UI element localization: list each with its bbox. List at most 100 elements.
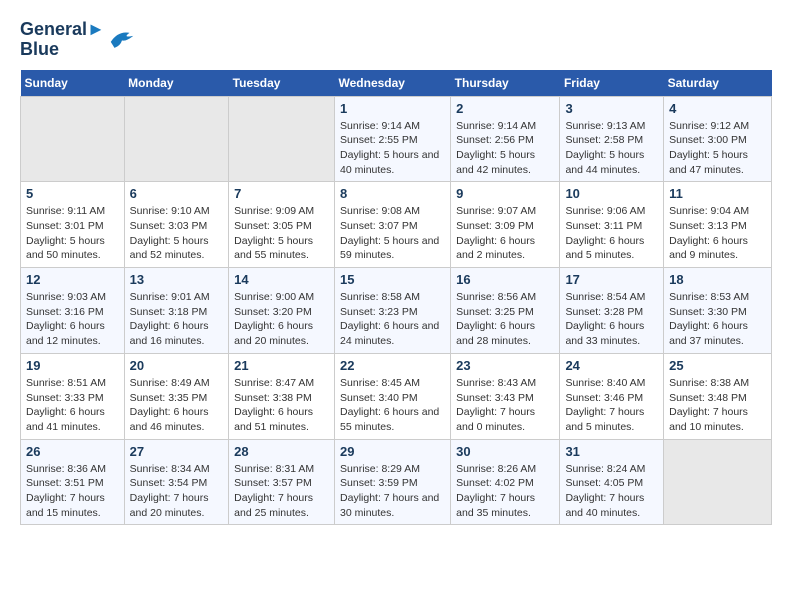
- day-info: Sunrise: 9:06 AMSunset: 3:11 PMDaylight:…: [565, 204, 658, 263]
- day-number: 7: [234, 186, 329, 201]
- weekday-header-sunday: Sunday: [21, 70, 125, 97]
- calendar-cell: 11 Sunrise: 9:04 AMSunset: 3:13 PMDayligh…: [664, 182, 772, 268]
- calendar-cell: 6 Sunrise: 9:10 AMSunset: 3:03 PMDaylight…: [124, 182, 229, 268]
- day-number: 26: [26, 444, 119, 459]
- calendar-cell: 19Sunrise: 8:51 AMSunset: 3:33 PMDayligh…: [21, 353, 125, 439]
- day-number: 9: [456, 186, 554, 201]
- weekday-header-friday: Friday: [560, 70, 664, 97]
- calendar-cell: 13 Sunrise: 9:01 AMSunset: 3:18 PMDayligh…: [124, 268, 229, 354]
- calendar-cell: 26Sunrise: 8:36 AMSunset: 3:51 PMDayligh…: [21, 439, 125, 525]
- calendar-cell: 25 Sunrise: 8:38 AMSunset: 3:48 PMDayligh…: [664, 353, 772, 439]
- day-number: 30: [456, 444, 554, 459]
- logo-text: General►Blue: [20, 20, 105, 60]
- calendar-cell: 24 Sunrise: 8:40 AMSunset: 3:46 PMDayligh…: [560, 353, 664, 439]
- calendar-body: 1 Sunrise: 9:14 AMSunset: 2:55 PMDaylight…: [21, 96, 772, 525]
- calendar-cell: 27 Sunrise: 8:34 AMSunset: 3:54 PMDayligh…: [124, 439, 229, 525]
- calendar-cell: [124, 96, 229, 182]
- day-info: Sunrise: 8:53 AMSunset: 3:30 PMDaylight:…: [669, 290, 766, 349]
- day-info: Sunrise: 8:24 AMSunset: 4:05 PMDaylight:…: [565, 462, 658, 521]
- day-number: 10: [565, 186, 658, 201]
- day-number: 8: [340, 186, 445, 201]
- calendar-cell: 10 Sunrise: 9:06 AMSunset: 3:11 PMDayligh…: [560, 182, 664, 268]
- day-info: Sunrise: 9:00 AMSunset: 3:20 PMDaylight:…: [234, 290, 329, 349]
- calendar-cell: [664, 439, 772, 525]
- week-row-3: 12 Sunrise: 9:03 AMSunset: 3:16 PMDayligh…: [21, 268, 772, 354]
- week-row-2: 5 Sunrise: 9:11 AMSunset: 3:01 PMDaylight…: [21, 182, 772, 268]
- weekday-header-row: SundayMondayTuesdayWednesdayThursdayFrid…: [21, 70, 772, 97]
- day-info: Sunrise: 9:08 AMSunset: 3:07 PMDaylight:…: [340, 204, 445, 263]
- day-info: Sunrise: 8:47 AMSunset: 3:38 PMDaylight:…: [234, 376, 329, 435]
- logo: General►Blue: [20, 20, 137, 60]
- day-number: 25: [669, 358, 766, 373]
- day-info: Sunrise: 8:26 AMSunset: 4:02 PMDaylight:…: [456, 462, 554, 521]
- day-number: 18: [669, 272, 766, 287]
- day-number: 15: [340, 272, 445, 287]
- day-info: Sunrise: 9:10 AMSunset: 3:03 PMDaylight:…: [130, 204, 224, 263]
- calendar-cell: 3 Sunrise: 9:13 AMSunset: 2:58 PMDaylight…: [560, 96, 664, 182]
- calendar-cell: 17Sunrise: 8:54 AMSunset: 3:28 PMDayligh…: [560, 268, 664, 354]
- day-number: 17: [565, 272, 658, 287]
- day-info: Sunrise: 8:56 AMSunset: 3:25 PMDaylight:…: [456, 290, 554, 349]
- week-row-1: 1 Sunrise: 9:14 AMSunset: 2:55 PMDaylight…: [21, 96, 772, 182]
- weekday-header-wednesday: Wednesday: [335, 70, 451, 97]
- day-number: 27: [130, 444, 224, 459]
- day-number: 31: [565, 444, 658, 459]
- calendar-header: SundayMondayTuesdayWednesdayThursdayFrid…: [21, 70, 772, 97]
- calendar-cell: 21 Sunrise: 8:47 AMSunset: 3:38 PMDayligh…: [229, 353, 335, 439]
- day-number: 2: [456, 101, 554, 116]
- calendar-cell: 31 Sunrise: 8:24 AMSunset: 4:05 PMDayligh…: [560, 439, 664, 525]
- day-info: Sunrise: 8:38 AMSunset: 3:48 PMDaylight:…: [669, 376, 766, 435]
- week-row-4: 19Sunrise: 8:51 AMSunset: 3:33 PMDayligh…: [21, 353, 772, 439]
- day-info: Sunrise: 9:01 AMSunset: 3:18 PMDaylight:…: [130, 290, 224, 349]
- day-number: 16: [456, 272, 554, 287]
- day-info: Sunrise: 8:29 AMSunset: 3:59 PMDaylight:…: [340, 462, 445, 521]
- day-info: Sunrise: 9:09 AMSunset: 3:05 PMDaylight:…: [234, 204, 329, 263]
- calendar-table: SundayMondayTuesdayWednesdayThursdayFrid…: [20, 70, 772, 526]
- calendar-cell: 4Sunrise: 9:12 AMSunset: 3:00 PMDaylight…: [664, 96, 772, 182]
- page-header: General►Blue: [20, 20, 772, 60]
- day-info: Sunrise: 9:13 AMSunset: 2:58 PMDaylight:…: [565, 119, 658, 178]
- day-info: Sunrise: 8:49 AMSunset: 3:35 PMDaylight:…: [130, 376, 224, 435]
- day-info: Sunrise: 9:03 AMSunset: 3:16 PMDaylight:…: [26, 290, 119, 349]
- day-info: Sunrise: 9:04 AMSunset: 3:13 PMDaylight:…: [669, 204, 766, 263]
- day-number: 22: [340, 358, 445, 373]
- day-info: Sunrise: 8:34 AMSunset: 3:54 PMDaylight:…: [130, 462, 224, 521]
- day-number: 3: [565, 101, 658, 116]
- calendar-cell: 2Sunrise: 9:14 AMSunset: 2:56 PMDaylight…: [451, 96, 560, 182]
- calendar-cell: [229, 96, 335, 182]
- day-number: 29: [340, 444, 445, 459]
- day-number: 12: [26, 272, 119, 287]
- day-number: 6: [130, 186, 224, 201]
- calendar-cell: 30 Sunrise: 8:26 AMSunset: 4:02 PMDayligh…: [451, 439, 560, 525]
- day-number: 1: [340, 101, 445, 116]
- calendar-cell: [21, 96, 125, 182]
- day-number: 5: [26, 186, 119, 201]
- day-info: Sunrise: 9:11 AMSunset: 3:01 PMDaylight:…: [26, 204, 119, 263]
- day-number: 20: [130, 358, 224, 373]
- day-number: 24: [565, 358, 658, 373]
- day-info: Sunrise: 8:40 AMSunset: 3:46 PMDaylight:…: [565, 376, 658, 435]
- day-number: 4: [669, 101, 766, 116]
- calendar-cell: 22 Sunrise: 8:45 AMSunset: 3:40 PMDayligh…: [335, 353, 451, 439]
- day-number: 13: [130, 272, 224, 287]
- day-number: 11: [669, 186, 766, 201]
- calendar-cell: 18 Sunrise: 8:53 AMSunset: 3:30 PMDayligh…: [664, 268, 772, 354]
- calendar-cell: 29 Sunrise: 8:29 AMSunset: 3:59 PMDayligh…: [335, 439, 451, 525]
- weekday-header-tuesday: Tuesday: [229, 70, 335, 97]
- day-info: Sunrise: 8:45 AMSunset: 3:40 PMDaylight:…: [340, 376, 445, 435]
- calendar-cell: 16 Sunrise: 8:56 AMSunset: 3:25 PMDayligh…: [451, 268, 560, 354]
- week-row-5: 26Sunrise: 8:36 AMSunset: 3:51 PMDayligh…: [21, 439, 772, 525]
- calendar-cell: 14 Sunrise: 9:00 AMSunset: 3:20 PMDayligh…: [229, 268, 335, 354]
- calendar-cell: 8 Sunrise: 9:08 AMSunset: 3:07 PMDaylight…: [335, 182, 451, 268]
- day-number: 14: [234, 272, 329, 287]
- day-info: Sunrise: 8:43 AMSunset: 3:43 PMDaylight:…: [456, 376, 554, 435]
- weekday-header-saturday: Saturday: [664, 70, 772, 97]
- day-number: 23: [456, 358, 554, 373]
- day-info: Sunrise: 8:51 AMSunset: 3:33 PMDaylight:…: [26, 376, 119, 435]
- calendar-cell: 15 Sunrise: 8:58 AMSunset: 3:23 PMDayligh…: [335, 268, 451, 354]
- day-info: Sunrise: 8:58 AMSunset: 3:23 PMDaylight:…: [340, 290, 445, 349]
- day-number: 21: [234, 358, 329, 373]
- day-info: Sunrise: 9:14 AMSunset: 2:55 PMDaylight:…: [340, 119, 445, 178]
- calendar-cell: 1 Sunrise: 9:14 AMSunset: 2:55 PMDaylight…: [335, 96, 451, 182]
- calendar-cell: 28Sunrise: 8:31 AMSunset: 3:57 PMDayligh…: [229, 439, 335, 525]
